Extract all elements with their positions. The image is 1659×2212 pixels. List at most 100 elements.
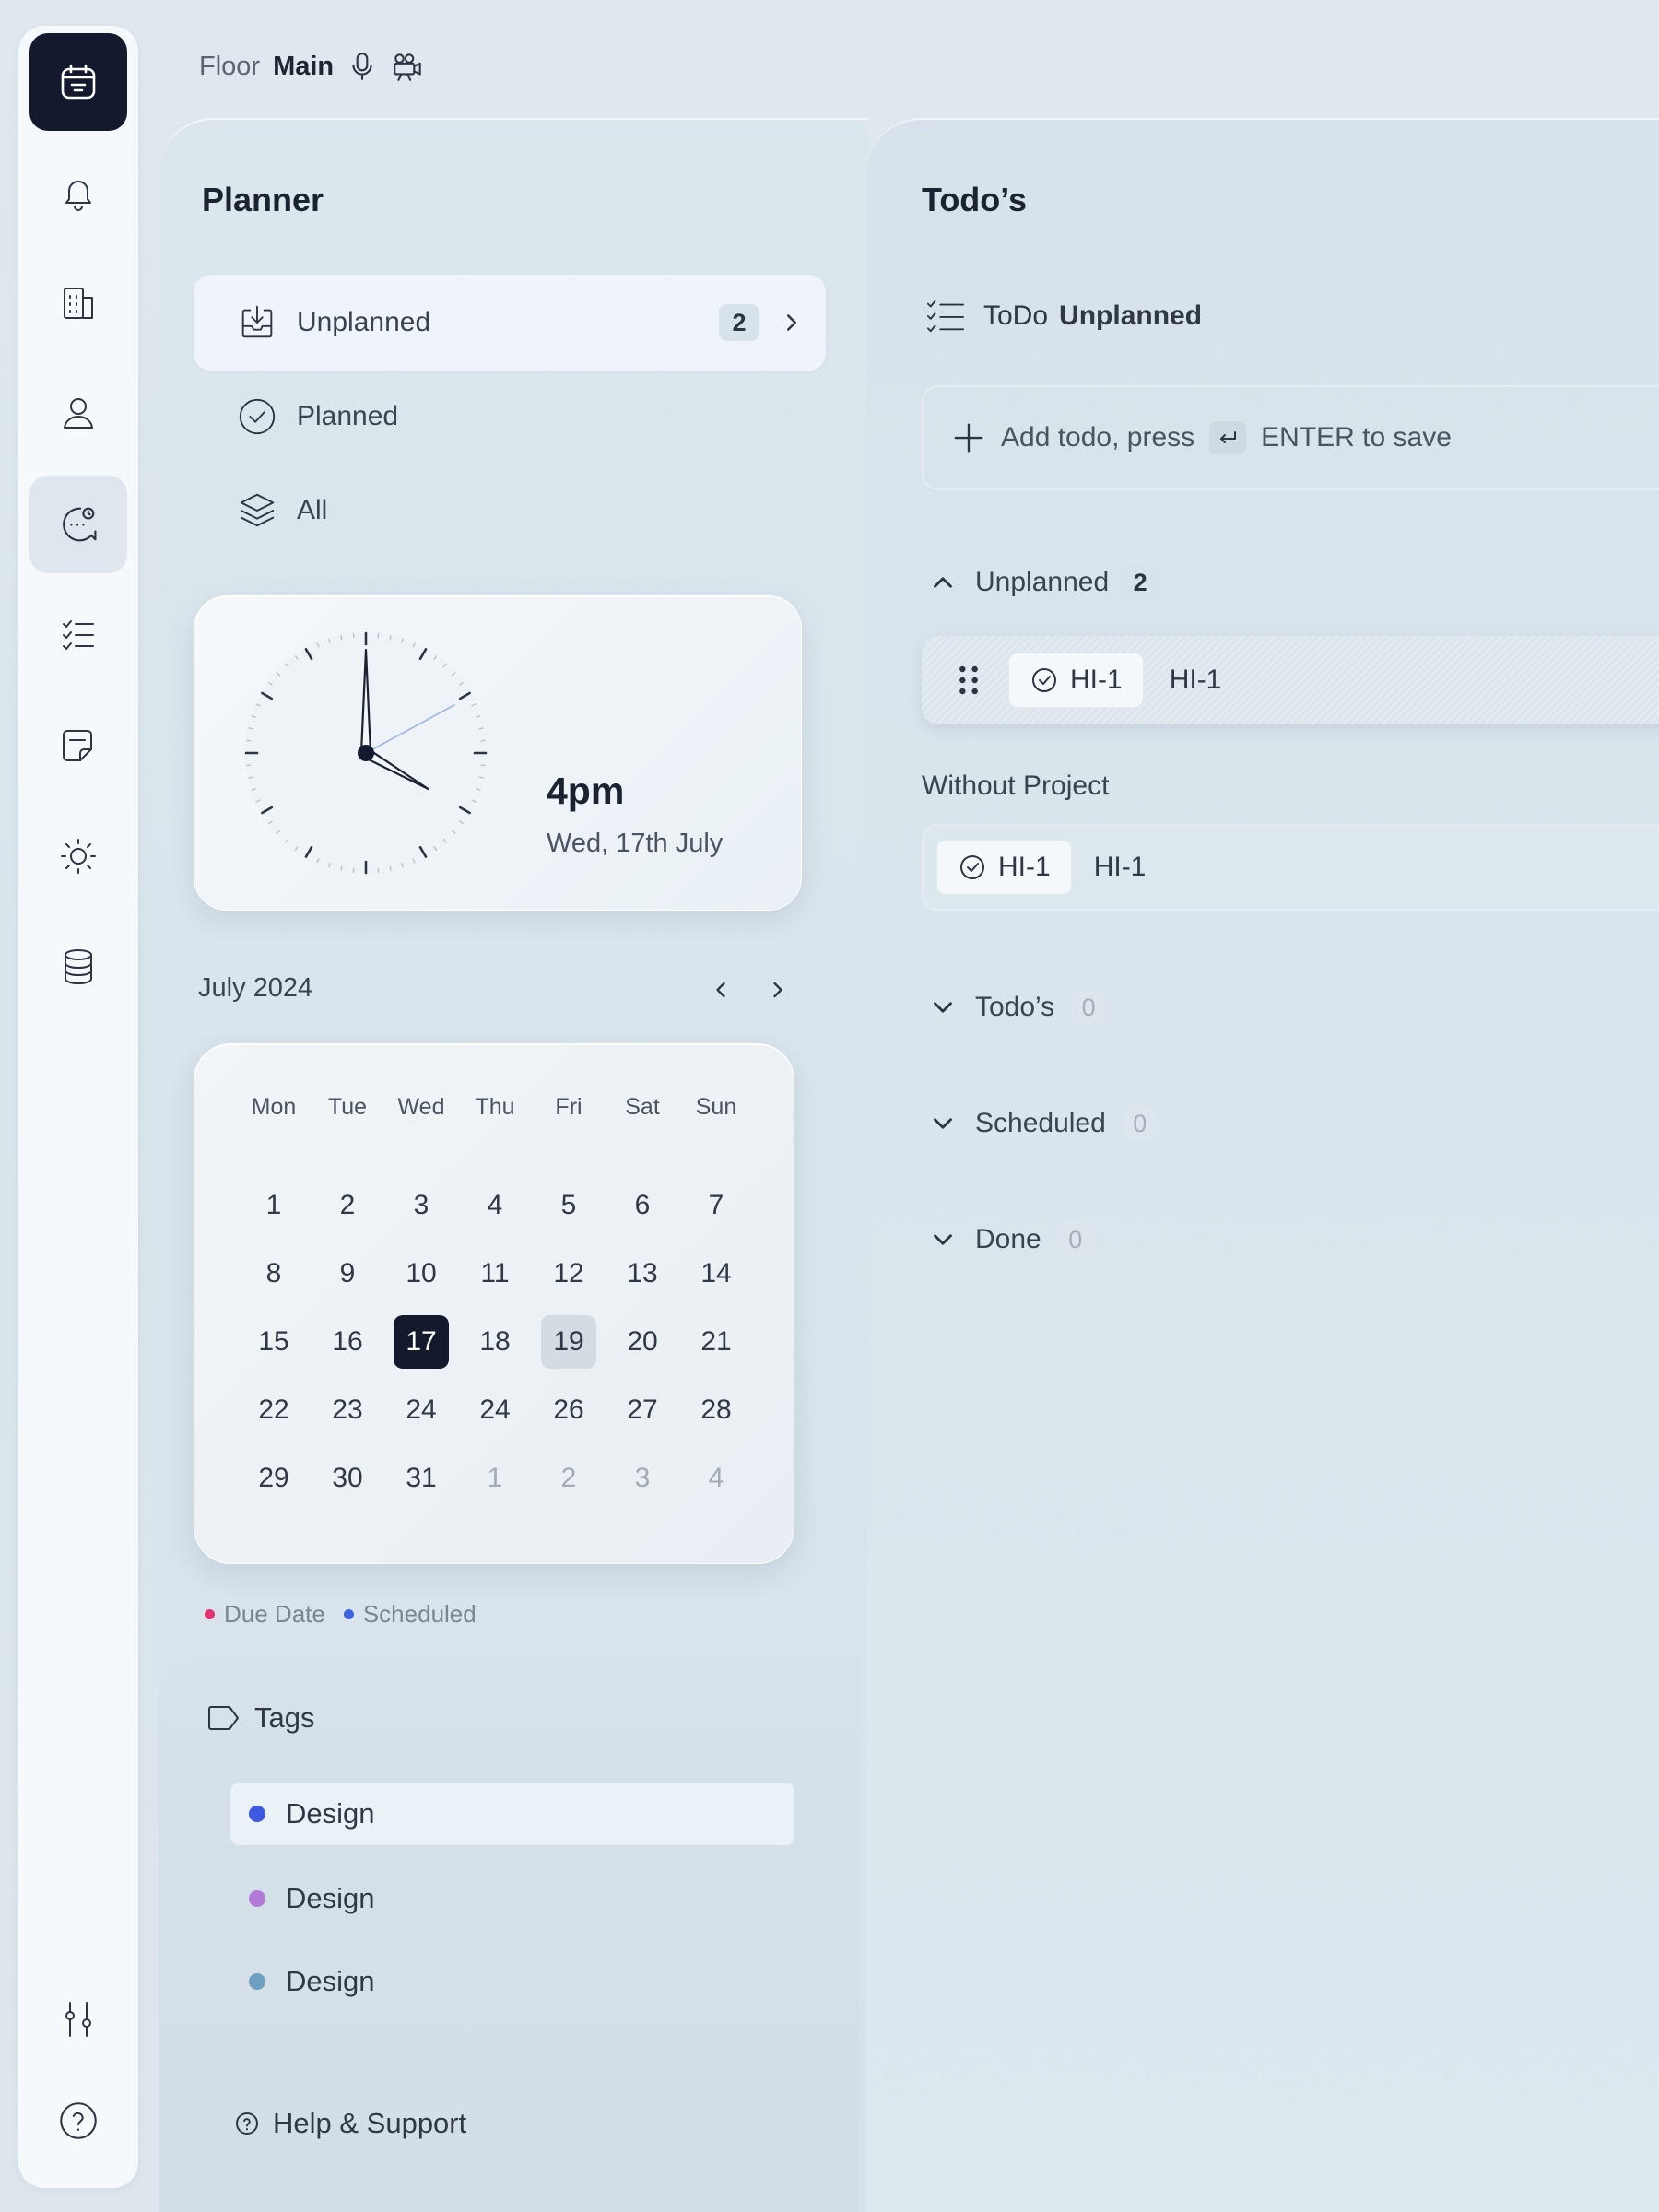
scheduled-dot <box>343 1609 354 1619</box>
calendar-day[interactable]: 4 <box>688 1452 744 1505</box>
drag-handle-icon[interactable] <box>955 662 982 699</box>
calendar-day[interactable]: 3 <box>394 1179 449 1232</box>
notifications-button[interactable] <box>29 144 127 241</box>
calendar-day[interactable]: 20 <box>615 1315 670 1369</box>
calendar-day[interactable]: 23 <box>320 1383 375 1437</box>
notes-button[interactable] <box>29 697 127 794</box>
chat-button[interactable] <box>29 476 127 573</box>
clock-date: Wed, 17th July <box>547 829 724 858</box>
calendar-grid: Mon Tue Wed Thu Fri Sat Sun 1 2 3 4 5 6 7 8 9 10 11 12 13 1… <box>237 1088 753 1520</box>
tag-icon <box>208 1706 239 1730</box>
task-title: HI-1 <box>1093 852 1147 882</box>
tag-label: Design <box>286 1882 375 1914</box>
scheduled-section-toggle[interactable]: Scheduled 0 <box>927 1106 1158 1141</box>
calendar-icon <box>61 64 96 100</box>
nav-all-label: All <box>297 495 328 525</box>
unplanned-section-toggle[interactable]: Unplanned 2 <box>927 564 1159 601</box>
calendar-day[interactable]: 29 <box>246 1452 301 1505</box>
calendar-day[interactable]: 19 <box>541 1315 596 1369</box>
microphone-button[interactable] <box>347 51 378 82</box>
calendar-day[interactable]: 12 <box>541 1247 596 1300</box>
calendar-day[interactable]: 15 <box>246 1315 301 1369</box>
calendar-day[interactable]: 2 <box>320 1179 375 1232</box>
floor-label: Floor <box>199 51 261 81</box>
help-button[interactable] <box>29 2072 127 2170</box>
prev-month-button[interactable] <box>704 973 737 1006</box>
weekday-label: Tue <box>327 1094 368 1120</box>
chevron-down-icon <box>934 1118 952 1129</box>
calendar-day[interactable]: 7 <box>688 1179 744 1232</box>
tag-color-dot <box>249 1806 265 1822</box>
task-id-chip[interactable]: HI-1 <box>1008 653 1144 708</box>
calendar-day[interactable]: 8 <box>246 1247 301 1300</box>
tag-item[interactable]: Design <box>230 1783 794 1845</box>
theme-button[interactable] <box>29 807 127 905</box>
task-id: HI-1 <box>998 852 1051 882</box>
calendar-day[interactable]: 5 <box>541 1179 596 1232</box>
task-title: HI-1 <box>1169 665 1222 695</box>
calendar-day[interactable]: 14 <box>688 1247 744 1300</box>
tasks-button[interactable] <box>29 586 127 684</box>
video-button[interactable] <box>391 51 426 82</box>
settings-button[interactable] <box>29 1971 127 2068</box>
calendar-day[interactable]: 9 <box>320 1247 375 1300</box>
todo-subtitle-prefix: ToDo <box>983 300 1049 331</box>
task-id: HI-1 <box>1070 665 1123 695</box>
calendar-day[interactable]: 11 <box>467 1247 523 1300</box>
enter-key-icon <box>1220 431 1237 443</box>
add-todo-input[interactable]: Add todo, press ENTER to save <box>922 385 1659 490</box>
done-section-toggle[interactable]: Done 0 <box>927 1222 1093 1257</box>
tag-item[interactable]: Design <box>230 1867 794 1930</box>
task-id-chip[interactable]: HI-1 <box>936 840 1072 895</box>
scheduled-section-label: Scheduled <box>975 1108 1106 1138</box>
sun-icon <box>61 839 96 874</box>
buildings-button[interactable] <box>29 254 127 352</box>
floor-value[interactable]: Main <box>273 52 334 82</box>
calendar-day[interactable]: 2 <box>541 1452 596 1505</box>
calendar-day[interactable]: 1 <box>467 1452 523 1505</box>
clock-center-pin <box>358 745 374 761</box>
clock-minute-tick <box>340 865 343 871</box>
calendar-day[interactable]: 10 <box>394 1247 449 1300</box>
weekday-label: Thu <box>475 1094 515 1120</box>
checklist-icon <box>926 300 965 333</box>
help-support-link[interactable]: Help & Support <box>234 2107 466 2140</box>
calendar-day[interactable]: 22 <box>246 1383 301 1437</box>
todos-section-toggle[interactable]: Todo’s 0 <box>927 990 1107 1025</box>
calendar-day[interactable]: 24 <box>394 1383 449 1437</box>
calendar-app-button[interactable] <box>29 33 127 131</box>
task-row-unplanned[interactable]: HI-1 HI-1 <box>922 636 1659 724</box>
calendar-day[interactable]: 30 <box>320 1452 375 1505</box>
due-date-legend-label: Due Date <box>224 1600 325 1628</box>
task-row-without-project[interactable]: HI-1 HI-1 <box>922 824 1659 911</box>
top-bar: Floor Main <box>199 48 426 85</box>
calendar-day[interactable]: 21 <box>688 1315 744 1369</box>
calendar-day[interactable]: 24 <box>467 1383 523 1437</box>
tag-item[interactable]: Design <box>230 1950 794 2013</box>
profile-button[interactable] <box>29 365 127 463</box>
analog-clock <box>244 631 488 875</box>
next-month-button[interactable] <box>761 973 794 1006</box>
nav-planned[interactable]: Planned <box>194 369 826 465</box>
calendar-day[interactable]: 26 <box>541 1383 596 1437</box>
calendar-day[interactable]: 17 <box>394 1315 449 1369</box>
calendar-day[interactable]: 6 <box>615 1179 670 1232</box>
calendar-day[interactable]: 27 <box>615 1383 670 1437</box>
database-button[interactable] <box>29 918 127 1016</box>
todos-section-label: Todo’s <box>975 992 1055 1022</box>
calendar-day[interactable]: 28 <box>688 1383 744 1437</box>
icon-rail <box>18 26 138 2188</box>
calendar-day[interactable]: 13 <box>615 1247 670 1300</box>
nav-unplanned[interactable]: Unplanned 2 <box>194 275 826 371</box>
calendar-legend: Due Date Scheduled <box>205 1600 477 1629</box>
calendar-day[interactable]: 31 <box>394 1452 449 1505</box>
calendar-day[interactable]: 3 <box>615 1452 670 1505</box>
add-todo-hint-end: ENTER to save <box>1261 422 1452 453</box>
calendar-day[interactable]: 1 <box>246 1179 301 1232</box>
calendar-day[interactable]: 4 <box>467 1179 523 1232</box>
tags-header: Tags <box>206 1701 314 1735</box>
calendar-day[interactable]: 16 <box>320 1315 375 1369</box>
nav-all[interactable]: All <box>194 463 826 559</box>
without-project-label: Without Project <box>922 771 1110 801</box>
calendar-day[interactable]: 18 <box>467 1315 523 1369</box>
